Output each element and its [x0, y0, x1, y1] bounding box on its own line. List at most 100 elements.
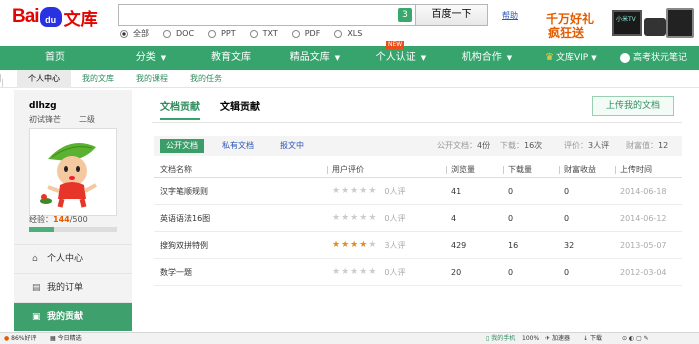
star-icon: ★: [368, 239, 377, 250]
stat-label: 公开文档：: [437, 141, 477, 150]
column-header: 文档名称: [160, 165, 192, 174]
upload-date: 2012-03-04: [620, 267, 667, 277]
sidebar-item-label: 个人中心: [47, 253, 84, 264]
radio-label: TXT: [262, 29, 278, 38]
table-header: 文档名称 用户评价 浏览量 下载量 财富收益 上传时间: [154, 162, 682, 178]
tab-album-contribution[interactable]: 文辑贡献: [220, 98, 260, 120]
subnav-personal-center[interactable]: 个人中心: [17, 70, 71, 88]
search-scope-radios: 全部 DOC PPT TXT PDF XLS: [120, 28, 376, 39]
view-count: 41: [451, 186, 462, 196]
status-picks[interactable]: ▦ 今日精选: [50, 335, 82, 343]
status-picks-text: 今日精选: [57, 335, 82, 342]
sidebar-item-home[interactable]: ⌂ 个人中心: [14, 244, 132, 273]
sub-nav: 个人中心 | 我的文库 | 我的课程 | 我的任务: [0, 70, 699, 88]
crown-icon: ♛: [545, 52, 554, 63]
experience-bar: [29, 227, 117, 232]
logo-bai: Bai: [12, 6, 40, 27]
nav-vip[interactable]: ♛ 文库VIP ▼: [545, 46, 597, 70]
experience-bar-fill: [29, 227, 55, 232]
radio-dot-icon: [120, 29, 128, 38]
help-link[interactable]: 帮助: [502, 10, 518, 21]
rating-stars: ★ ★ ★ ★ ★: [332, 266, 377, 277]
avatar-character-image: [40, 143, 97, 208]
user-grade: 二级: [79, 115, 95, 124]
nav-label: 精品文库: [289, 52, 330, 63]
star-icon: ★: [368, 266, 377, 277]
status-download[interactable]: ↓ 下载: [583, 335, 602, 343]
search-button[interactable]: 百度一下: [415, 4, 488, 26]
column-divider: [615, 166, 616, 174]
radio-label: PPT: [221, 29, 236, 38]
star-icon: ★: [341, 239, 350, 250]
nav-cooperation[interactable]: 机构合作 ▼: [442, 46, 532, 70]
tv-image: 小米TV: [612, 10, 642, 36]
radio-dot-icon: [163, 29, 171, 38]
sidebar-item-contribution[interactable]: ▣ 我的贡献: [14, 302, 132, 331]
tray-icons: ⊙ ◐ ▢ ✎: [622, 335, 649, 342]
promo-banner[interactable]: 千万好礼 疯狂送 小米TV: [540, 6, 698, 40]
promo-line2: 疯狂送: [548, 26, 585, 40]
subnav-my-courses[interactable]: 我的课程: [125, 70, 179, 88]
filter-public[interactable]: 公开文档: [160, 139, 204, 153]
chevron-down-icon: ▼: [506, 54, 513, 62]
username[interactable]: dlhzg: [29, 101, 57, 111]
nav-gaokao[interactable]: 高考状元笔记: [620, 46, 687, 70]
star-icon: ★: [359, 266, 368, 277]
contribution-icon: ▣: [32, 311, 41, 322]
status-phone[interactable]: ▯ 我的手机: [486, 335, 515, 343]
gaokao-icon: [620, 52, 630, 63]
column-divider: [503, 166, 504, 174]
search-suggestion-badge[interactable]: 3: [398, 8, 412, 22]
view-count: 4: [451, 213, 457, 223]
stat-wealth: 财富值：12: [626, 139, 668, 153]
doc-name-link[interactable]: 数学一题: [160, 259, 192, 285]
status-accelerator[interactable]: ✈ 加速器: [545, 335, 570, 343]
nav-category[interactable]: 分类 ▼: [110, 46, 192, 70]
star-icon: ★: [368, 185, 377, 196]
contribution-tabs: 文档贡献 文辑贡献: [160, 98, 280, 120]
upload-date: 2013-05-07: [620, 240, 667, 250]
search-input[interactable]: 3: [118, 4, 415, 26]
nav-premium[interactable]: 精品文库 ▼: [270, 46, 360, 70]
tab-doc-contribution[interactable]: 文档贡献: [160, 98, 200, 120]
nav-home[interactable]: 首页: [0, 46, 110, 70]
doc-name-link[interactable]: 汉字笔顺规则: [160, 178, 208, 204]
scope-radio-txt[interactable]: TXT: [249, 28, 278, 39]
nav-education[interactable]: 教育文库: [192, 46, 270, 70]
radio-dot-icon: [291, 29, 300, 38]
upload-doc-button[interactable]: 上传我的文档: [592, 96, 674, 116]
header: Bai du 文库 3 百度一下 帮助 全部 DOC PPT TXT PDF XLS 千万…: [0, 0, 699, 46]
status-download-text: 下载: [589, 335, 602, 342]
main-nav: 首页 分类 ▼ 教育文库 精品文库 ▼ 个人认证 ▼ 机构合作 ▼ NEW ♛ 文库VIP…: [0, 41, 699, 70]
scope-radio-xls[interactable]: XLS: [334, 28, 362, 39]
scope-radio-ppt[interactable]: PPT: [208, 28, 236, 39]
status-rating[interactable]: ● 86%好评: [4, 335, 37, 343]
scope-radio-doc[interactable]: DOC: [163, 28, 194, 39]
scope-radio-pdf[interactable]: PDF: [291, 28, 320, 39]
stat-label: 评价：: [564, 141, 588, 150]
status-icons[interactable]: ⊙ ◐ ▢ ✎: [622, 335, 649, 343]
stat-downloads: 下载：16次: [500, 139, 542, 153]
sidebar-item-order[interactable]: ▤ 我的订单: [14, 273, 132, 302]
doc-name-link[interactable]: 英语语法16图: [160, 205, 210, 231]
filter-private[interactable]: 私有文档: [216, 139, 260, 153]
order-icon: ▤: [32, 282, 41, 293]
user-rating: ★ ★ ★ ★ ★ 0人评: [332, 205, 405, 231]
tv-label: 小米TV: [616, 16, 636, 23]
nav-label: 机构合作: [461, 52, 502, 63]
user-rating: ★ ★ ★ ★ ★ 0人评: [332, 178, 405, 204]
star-icon: ★: [359, 212, 368, 223]
nav-label: 首页: [45, 52, 65, 63]
scope-radio-全部[interactable]: 全部: [120, 28, 149, 39]
subnav-my-library[interactable]: 我的文库: [71, 70, 125, 88]
nav-certification[interactable]: 个人认证 ▼: [360, 46, 442, 70]
table-row: 英语语法16图 ★ ★ ★ ★ ★ 0人评 4 0 0 2014-06-12: [154, 205, 682, 232]
baidu-wenku-logo[interactable]: Bai du 文库: [12, 6, 98, 30]
filter-pending[interactable]: 报文中: [274, 139, 310, 153]
avatar[interactable]: [29, 128, 117, 216]
review-count: 0人评: [384, 267, 406, 277]
subnav-my-tasks[interactable]: 我的任务: [179, 70, 233, 88]
phone-icon: ▯: [486, 335, 490, 342]
doc-name-link[interactable]: 搜狗双拼特例: [160, 232, 208, 258]
status-zoom[interactable]: 100%: [522, 335, 539, 343]
